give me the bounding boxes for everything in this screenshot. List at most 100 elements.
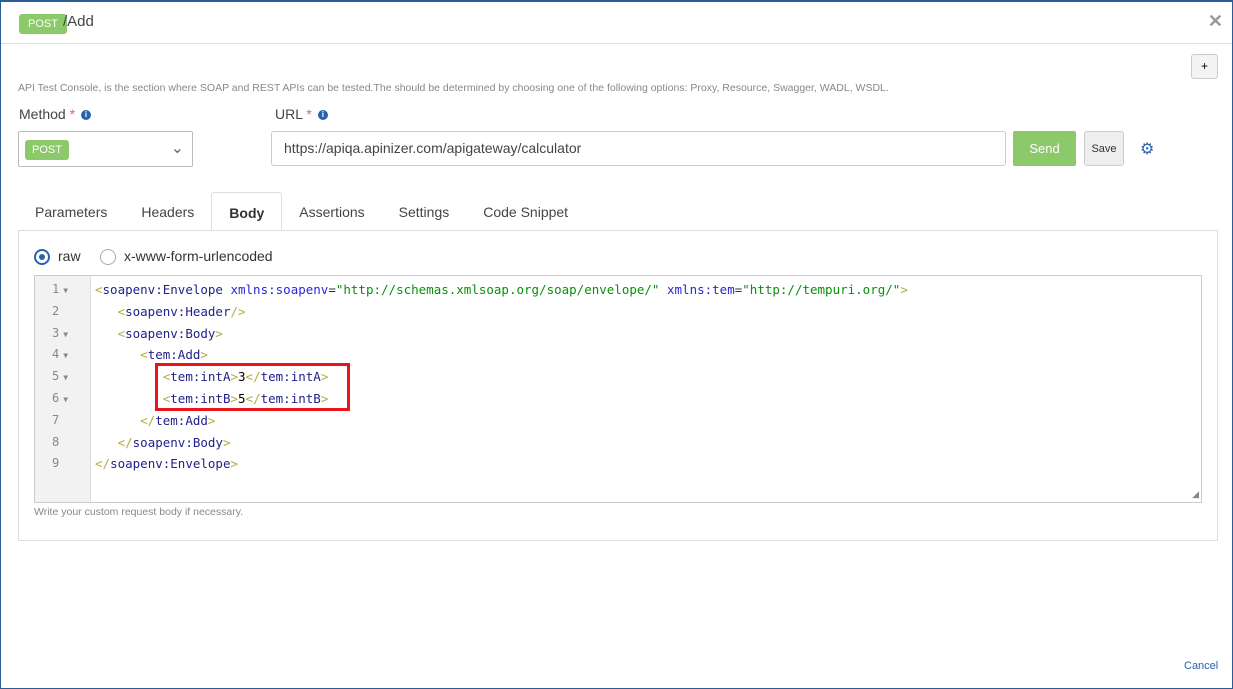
line-number-text: 2 (52, 303, 60, 318)
line-number-text: 4 (52, 347, 60, 362)
code-token: soapenv:Body (125, 325, 216, 341)
radio-raw[interactable]: raw (34, 248, 81, 266)
line-number: 9 (35, 456, 91, 470)
line-number-text: 1 (52, 282, 60, 296)
code-line: </soapenv:Envelope> (95, 456, 238, 471)
tab-parameters[interactable]: Parameters (18, 192, 124, 231)
code-token: > (207, 412, 216, 428)
code-token: xmlns:soapenv (230, 282, 329, 297)
code-token: soapenv:Envelope (110, 456, 231, 472)
required-mark: * (69, 106, 76, 122)
fold-icon[interactable]: ▼ (63, 373, 68, 382)
chevron-down-icon: ⌄ (170, 140, 184, 157)
code-token: > (900, 282, 908, 297)
send-button[interactable]: Send (1013, 131, 1076, 166)
method-value: POST (25, 140, 69, 160)
code-token: < (117, 325, 126, 341)
tab-code-snippet[interactable]: Code Snippet (466, 192, 585, 231)
gear-icon[interactable]: ⚙ (1140, 139, 1154, 159)
code-token: > (215, 325, 223, 341)
line-number: 3 ▼ (35, 326, 91, 340)
line-number: 4 ▼ (35, 347, 91, 361)
close-icon[interactable]: ✕ (1208, 11, 1223, 32)
code-token: </ (95, 456, 111, 472)
method-select[interactable]: POST ⌄ (18, 131, 193, 167)
code-line: <soapenv:Envelope xmlns:soapenv="http://… (95, 282, 908, 297)
code-token: tem:Add (147, 347, 201, 363)
tab-body[interactable]: Body (211, 192, 283, 231)
description: API Test Console, is the section where S… (18, 82, 889, 94)
code-token: > (200, 347, 208, 363)
line-number: 6 ▼ (35, 391, 91, 405)
code-token: < (117, 303, 126, 319)
code-token: = (328, 282, 336, 297)
code-token: "http://schemas.xmlsoap.org/soap/envelop… (335, 282, 660, 297)
code-token: > (230, 456, 239, 472)
line-number: 8 (35, 435, 91, 449)
tab-assertions[interactable]: Assertions (282, 192, 381, 231)
code-token: </ (140, 412, 156, 428)
line-number-text: 7 (52, 412, 60, 427)
resize-handle[interactable]: ◢ (1192, 489, 1199, 500)
tab-settings[interactable]: Settings (382, 192, 467, 231)
line-number-text: 6 (52, 391, 60, 405)
radio-label: raw (58, 248, 81, 264)
method-label-text: Method (19, 106, 66, 122)
radio-urlencoded[interactable]: x-www-form-urlencoded (100, 248, 273, 266)
radio-button[interactable] (34, 249, 50, 266)
tab-bar: Parameters Headers Body Assertions Settings C… (18, 192, 585, 231)
line-number: 7 (35, 413, 91, 427)
save-button[interactable]: Save (1084, 131, 1124, 166)
cancel-link[interactable]: Cancel (1184, 660, 1218, 672)
highlight-box (155, 363, 350, 411)
fold-icon[interactable]: ▼ (63, 351, 68, 360)
tab-headers[interactable]: Headers (124, 192, 211, 231)
line-number: 5 ▼ (35, 369, 91, 383)
code-token: < (95, 282, 103, 297)
code-line: <soapenv:Body> (95, 326, 223, 341)
line-gutter: 1 ▼ 2 3 ▼ 4 ▼ 5 ▼ 6 ▼ 7 8 9 (35, 276, 91, 502)
line-number-text: 8 (52, 434, 60, 449)
add-button[interactable]: + (1191, 54, 1218, 79)
code-token: > (222, 434, 231, 450)
method-label: Method * i (19, 106, 92, 122)
url-input[interactable]: https://apiqa.apinizer.com/apigateway/ca… (271, 131, 1006, 166)
code-token: xmlns:tem (667, 282, 735, 297)
info-icon: i (81, 110, 92, 121)
dialog-title: /Add (63, 13, 94, 30)
code-line: <tem:Add> (95, 347, 208, 362)
info-icon: i (317, 110, 328, 121)
code-line: </soapenv:Body> (95, 434, 231, 450)
radio-label: x-www-form-urlencoded (124, 248, 273, 264)
line-number-text: 9 (52, 456, 60, 471)
required-mark: * (306, 106, 312, 122)
code-token: "http://tempuri.org/" (742, 282, 901, 297)
code-line: </tem:Add> (95, 413, 215, 428)
code-line: <soapenv:Header/> (95, 304, 246, 319)
code-token: soapenv:Body (132, 434, 223, 450)
code-token: < (140, 347, 148, 363)
url-label: URL * i (275, 106, 328, 122)
code-token: tem:Add (155, 412, 208, 428)
line-number-text: 3 (52, 325, 60, 340)
header-divider (1, 43, 1232, 44)
code-token: </ (117, 434, 133, 450)
line-number-text: 5 (52, 369, 60, 384)
editor-hint: Write your custom request body if necess… (34, 506, 244, 518)
code-token: /> (230, 303, 246, 319)
fold-icon[interactable]: ▼ (63, 286, 68, 295)
radio-button[interactable] (100, 249, 116, 266)
code-token: soapenv:Envelope (102, 282, 223, 297)
url-label-text: URL (275, 106, 303, 122)
code-token: soapenv:Header (125, 303, 231, 319)
fold-icon[interactable]: ▼ (63, 330, 68, 339)
fold-icon[interactable]: ▼ (63, 395, 68, 404)
